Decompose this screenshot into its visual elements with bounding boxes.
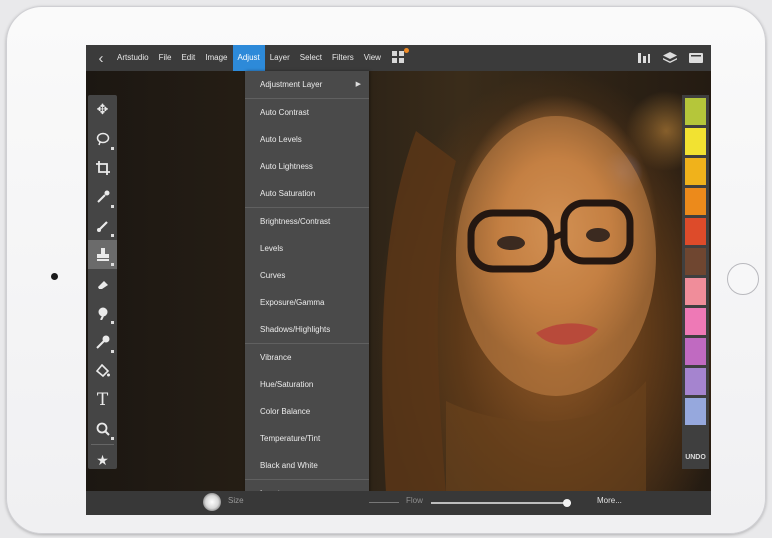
more-button[interactable]: More... xyxy=(597,496,622,505)
tool-palette: ✥ T ★ xyxy=(88,95,117,469)
chevron-left-icon[interactable]: ‹ xyxy=(90,45,112,71)
menu-item-temperature-tint[interactable]: Temperature/Tint xyxy=(245,425,369,452)
color-swatch[interactable] xyxy=(685,188,706,215)
fill-icon[interactable] xyxy=(88,356,117,385)
color-swatch[interactable] xyxy=(685,338,706,365)
menu-item-color-balance[interactable]: Color Balance xyxy=(245,398,369,425)
menu-item-vibrance[interactable]: Vibrance xyxy=(245,344,369,371)
lasso-icon[interactable] xyxy=(88,124,117,153)
menu-item-auto-saturation[interactable]: Auto Saturation xyxy=(245,180,369,207)
menu-bar: ‹ Artstudio File Edit Image Adjust Layer… xyxy=(86,45,711,71)
brush-settings-icon[interactable] xyxy=(637,52,651,64)
color-swatch[interactable] xyxy=(685,278,706,305)
menu-item-curves[interactable]: Curves xyxy=(245,262,369,289)
flow-slider[interactable] xyxy=(431,502,571,504)
menu-right-icons xyxy=(637,45,703,71)
menu-artstudio[interactable]: Artstudio xyxy=(112,45,154,71)
app-screen: ‹ Artstudio File Edit Image Adjust Layer… xyxy=(86,45,711,515)
menu-filters[interactable]: Filters xyxy=(327,45,359,71)
menu-item-auto-contrast[interactable]: Auto Contrast xyxy=(245,99,369,126)
menu-edit[interactable]: Edit xyxy=(176,45,200,71)
smudge-icon[interactable] xyxy=(88,298,117,327)
menu-item-exposure-gamma[interactable]: Exposure/Gamma xyxy=(245,289,369,316)
menu-item-shadows-highlights[interactable]: Shadows/Highlights xyxy=(245,316,369,343)
color-swatch[interactable] xyxy=(685,98,706,125)
color-swatch[interactable] xyxy=(685,368,706,395)
color-swatch[interactable] xyxy=(685,248,706,275)
color-palette: UNDO xyxy=(682,95,709,469)
size-label: Size xyxy=(228,496,244,505)
submenu-arrow-icon: ▶ xyxy=(355,81,361,88)
home-button[interactable] xyxy=(727,263,759,295)
menu-item-auto-levels[interactable]: Auto Levels xyxy=(245,126,369,153)
brush-options-bar: Size Flow More... xyxy=(86,491,711,515)
move-icon[interactable]: ✥ xyxy=(88,95,117,124)
menu-select[interactable]: Select xyxy=(295,45,327,71)
brush-preview[interactable] xyxy=(203,493,221,511)
menu-file[interactable]: File xyxy=(154,45,177,71)
zoom-icon[interactable] xyxy=(88,414,117,443)
crop-icon[interactable] xyxy=(88,153,117,182)
color-swatch[interactable] xyxy=(685,128,706,155)
menu-item-adjustment-layer[interactable]: Adjustment Layer ▶ xyxy=(245,71,369,98)
tool-divider xyxy=(91,444,114,445)
layers-icon[interactable] xyxy=(663,52,677,64)
menu-item-levels[interactable]: Levels xyxy=(245,235,369,262)
canvas-photo[interactable] xyxy=(86,71,711,493)
color-swatch[interactable] xyxy=(685,308,706,335)
flow-label: Flow xyxy=(406,496,423,505)
stamp-icon[interactable] xyxy=(88,240,117,269)
brush-icon[interactable] xyxy=(88,211,117,240)
dodge-icon[interactable] xyxy=(88,327,117,356)
apps-grid-icon[interactable] xyxy=(391,48,409,65)
front-camera xyxy=(51,273,58,280)
menu-item-black-and-white[interactable]: Black and White xyxy=(245,452,369,479)
menu-item-auto-lightness[interactable]: Auto Lightness xyxy=(245,153,369,180)
text-icon[interactable]: T xyxy=(88,385,117,414)
adjust-menu-dropdown: Adjustment Layer ▶ Auto Contrast Auto Lev… xyxy=(245,71,369,515)
size-slider[interactable] xyxy=(369,502,399,503)
menu-image[interactable]: Image xyxy=(200,45,232,71)
menu-item-hue-saturation[interactable]: Hue/Saturation xyxy=(245,371,369,398)
menu-item-brightness-contrast[interactable]: Brightness/Contrast xyxy=(245,208,369,235)
flow-slider-knob[interactable] xyxy=(562,499,571,507)
color-swatch[interactable] xyxy=(685,158,706,185)
favorites-star-icon[interactable]: ★ xyxy=(88,446,117,475)
notification-dot xyxy=(403,48,409,53)
color-swatch[interactable] xyxy=(685,218,706,245)
menu-layer[interactable]: Layer xyxy=(265,45,295,71)
menu-panel-icon[interactable] xyxy=(689,52,703,64)
eyedropper-icon[interactable] xyxy=(88,182,117,211)
undo-button[interactable]: UNDO xyxy=(682,454,709,461)
eraser-icon[interactable] xyxy=(88,269,117,298)
ipad-frame: ‹ Artstudio File Edit Image Adjust Layer… xyxy=(6,6,766,534)
menu-view[interactable]: View xyxy=(359,45,386,71)
menu-adjust[interactable]: Adjust xyxy=(232,45,265,71)
color-swatch[interactable] xyxy=(685,398,706,425)
portrait-photo-art xyxy=(382,116,656,493)
